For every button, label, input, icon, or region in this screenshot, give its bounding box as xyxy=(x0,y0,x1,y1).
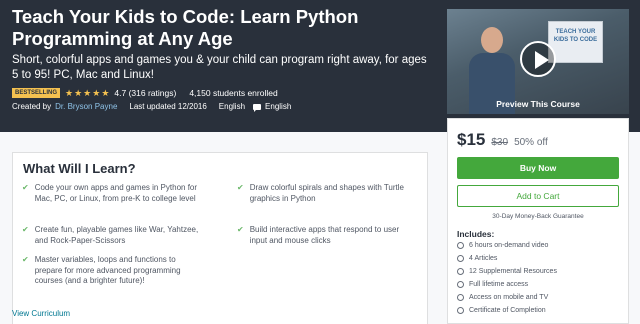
include-item: Certificate of Completion xyxy=(457,307,546,314)
enrolled-count: 4,150 students enrolled xyxy=(189,88,278,98)
course-subtitle: Short, colorful apps and games you & you… xyxy=(12,54,427,81)
include-item: 12 Supplemental Resources xyxy=(457,268,557,275)
captions-language: English xyxy=(265,102,292,111)
learn-item-text: Create fun, playable games like War, Yah… xyxy=(34,225,199,245)
preview-video[interactable]: TEACH YOUR KIDS TO CODE Preview This Cou… xyxy=(447,9,629,114)
learn-item: ✔ Create fun, playable games like War, Y… xyxy=(22,225,212,246)
include-item-text: 4 Articles xyxy=(469,255,498,262)
learn-item: ✔ Build interactive apps that respond to… xyxy=(237,225,417,246)
current-price: $15 xyxy=(457,130,486,149)
star-half-icon: ★ xyxy=(101,88,110,98)
include-item: 6 hours on-demand video xyxy=(457,242,548,249)
video-whiteboard: TEACH YOUR KIDS TO CODE xyxy=(548,21,603,63)
infinity-icon xyxy=(457,281,464,288)
check-icon: ✔ xyxy=(22,255,29,264)
buy-now-button[interactable]: Buy Now xyxy=(457,157,619,179)
rating-text[interactable]: 4.7 (316 ratings) xyxy=(114,88,176,98)
add-to-cart-button[interactable]: Add to Cart xyxy=(457,185,619,207)
rating-row: Bestselling ★ ★ ★ ★ ★ 4.7 (316 ratings) … xyxy=(12,87,278,99)
include-item-text: Certificate of Completion xyxy=(469,307,546,314)
check-icon: ✔ xyxy=(22,225,29,234)
learn-item: ✔ Draw colorful spirals and shapes with … xyxy=(237,183,417,204)
course-title: Teach Your Kids to Code: Learn Python Pr… xyxy=(12,6,359,49)
include-item: Full lifetime access xyxy=(457,281,528,288)
check-icon: ✔ xyxy=(237,183,244,192)
discount-label: 50% off xyxy=(514,137,548,148)
resource-icon xyxy=(457,268,464,275)
learn-item: ✔ Code your own apps and games in Python… xyxy=(22,183,212,204)
check-icon: ✔ xyxy=(22,183,29,192)
created-by-label: Created by xyxy=(12,102,52,111)
article-icon xyxy=(457,255,464,262)
star-icon: ★ xyxy=(92,88,101,98)
learn-item-text: Build interactive apps that respond to u… xyxy=(249,225,400,245)
guarantee-text: 30-Day Money-Back Guarantee xyxy=(492,213,584,220)
play-icon[interactable] xyxy=(520,41,556,77)
certificate-icon xyxy=(457,307,464,314)
video-icon xyxy=(457,242,464,249)
learn-item-text: Draw colorful spirals and shapes with Tu… xyxy=(249,183,404,203)
check-icon: ✔ xyxy=(237,225,244,234)
star-icon: ★ xyxy=(65,88,74,98)
course-language: English xyxy=(218,102,246,111)
star-icon: ★ xyxy=(83,88,92,98)
mobile-icon xyxy=(457,294,464,301)
captions-icon xyxy=(253,103,262,112)
rating-stars: ★ ★ ★ ★ ★ xyxy=(65,88,109,98)
learn-item: ✔ Master variables, loops and functions … xyxy=(22,255,182,287)
view-curriculum-link[interactable]: View Curriculum xyxy=(12,309,70,318)
author-link[interactable]: Dr. Bryson Payne xyxy=(55,102,117,111)
course-meta: Created by Dr. Bryson Payne Last updated… xyxy=(12,102,292,112)
include-item: Access on mobile and TV xyxy=(457,294,548,301)
learn-item-text: Master variables, loops and functions to… xyxy=(34,255,181,285)
price-row: $15 $30 50% off xyxy=(457,130,548,150)
include-item-text: Full lifetime access xyxy=(469,281,529,288)
include-item-text: 12 Supplemental Resources xyxy=(469,268,557,275)
star-icon: ★ xyxy=(74,88,83,98)
include-item: 4 Articles xyxy=(457,255,497,262)
includes-title: Includes: xyxy=(457,229,495,239)
original-price: $30 xyxy=(491,137,509,148)
include-item-text: 6 hours on-demand video xyxy=(469,242,549,249)
learn-title: What Will I Learn? xyxy=(23,161,136,176)
learn-item-text: Code your own apps and games in Python f… xyxy=(34,183,198,203)
preview-label[interactable]: Preview This Course xyxy=(447,99,629,109)
presenter-head xyxy=(481,27,503,53)
bestseller-badge: Bestselling xyxy=(12,88,61,98)
last-updated: Last updated 12/2016 xyxy=(129,102,207,111)
include-item-text: Access on mobile and TV xyxy=(469,294,549,301)
